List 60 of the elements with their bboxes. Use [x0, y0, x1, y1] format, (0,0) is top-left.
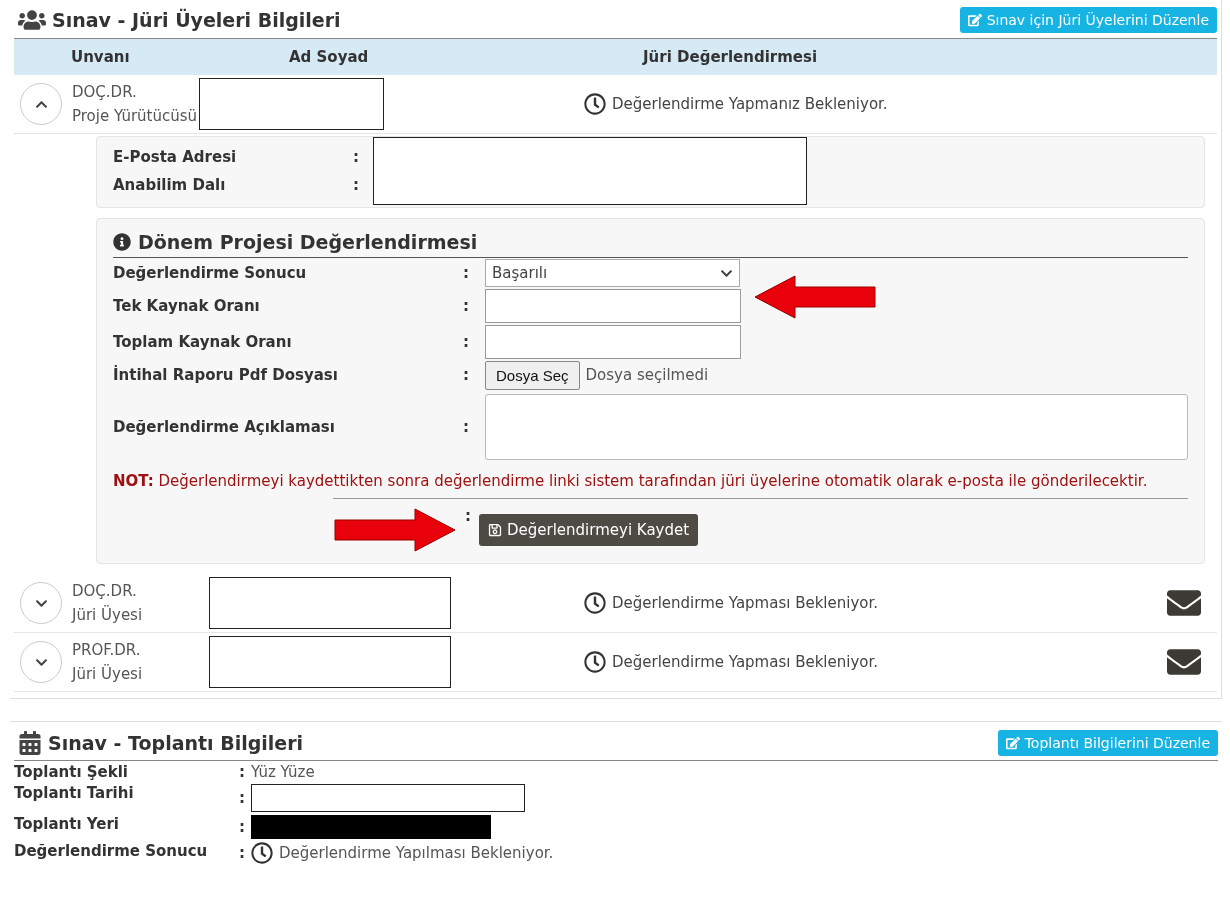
evaluation-title: Dönem Projesi Değerlendirmesi: [138, 231, 478, 253]
meeting-label: Toplantı Şekli: [14, 763, 129, 781]
meeting-label: Toplantı Yeri: [14, 815, 120, 835]
expand-toggle[interactable]: [20, 641, 62, 683]
field-label: Tek Kaynak Oranı: [113, 297, 261, 315]
choose-file-button[interactable]: Dosya Seç: [485, 360, 580, 390]
result-select[interactable]: Başarılı: [485, 259, 740, 287]
detail-label: Anabilim Dalı: [113, 176, 227, 194]
member-title: DOÇ.DR.: [72, 82, 138, 103]
detail-label: E-Posta Adresi: [113, 148, 238, 166]
clock-icon: [251, 842, 273, 864]
clock-icon: [584, 93, 606, 115]
input-field[interactable]: [485, 325, 741, 359]
note-text: NOT: Değerlendirmeyi kaydettikten sonra değerlendirme linki sistem tarafından jüri üyelerine otomatik olarak e-posta ile gönderilecektir.: [113, 471, 1149, 492]
colon: :: [239, 763, 245, 781]
field-label: Değerlendirme Açıklaması: [113, 418, 336, 436]
expand-toggle[interactable]: [20, 83, 62, 125]
meeting-value: Yüz Yüze: [251, 763, 315, 781]
field-label: Değerlendirme Sonucu: [113, 264, 308, 282]
field-label: İntihal Raporu Pdf Dosyası: [113, 366, 339, 384]
meeting-status: Değerlendirme Yapılması Bekleniyor.: [279, 844, 554, 862]
colon: :: [239, 818, 245, 836]
edit-icon: [1005, 736, 1020, 750]
colon: :: [239, 844, 245, 862]
meeting-label: Değerlendirme Sonucu: [14, 842, 209, 862]
colon: :: [463, 366, 470, 384]
evaluation-status: Değerlendirme Yapması Bekleniyor.: [612, 594, 879, 612]
colon: :: [353, 176, 360, 194]
clock-icon: [584, 592, 606, 614]
colon: :: [463, 418, 470, 436]
member-role: Jüri Üyesi: [72, 663, 144, 685]
info-icon: [113, 233, 131, 251]
meeting-label: Toplantı Tarihi: [14, 784, 135, 804]
column-header: Jüri Değerlendirmesi: [643, 48, 819, 66]
evaluation-status: Değerlendirme Yapmanız Bekleniyor.: [612, 95, 888, 113]
comment-textarea[interactable]: [485, 394, 1188, 460]
save-icon: [488, 523, 502, 537]
colon: :: [353, 148, 360, 166]
member-role: Proje Yürütücüsü: [72, 106, 198, 127]
member-role: Jüri Üyesi: [72, 604, 144, 626]
input-field[interactable]: [485, 289, 741, 323]
column-header: Ad Soyad: [289, 48, 370, 66]
colon: :: [463, 297, 470, 315]
save-evaluation-button[interactable]: Değerlendirmeyi Kaydet: [479, 514, 699, 546]
member-title: DOÇ.DR.: [72, 581, 138, 602]
colon: :: [465, 507, 471, 525]
member-title: PROF.DR.: [72, 640, 142, 661]
file-status: Dosya seçilmedi: [585, 366, 709, 384]
section-title: Sınav - Toplantı Bilgileri: [48, 732, 304, 754]
section-title: Sınav - Jüri Üyeleri Bilgileri: [52, 9, 341, 31]
colon: :: [463, 264, 470, 282]
colon: :: [239, 789, 245, 807]
field-label: Toplam Kaynak Oranı: [113, 333, 293, 351]
expand-toggle[interactable]: [20, 582, 62, 624]
evaluation-status: Değerlendirme Yapması Bekleniyor.: [612, 653, 879, 671]
calendar-icon: [18, 731, 42, 755]
clock-icon: [584, 651, 606, 673]
column-header: Unvanı: [71, 48, 131, 66]
colon: :: [463, 333, 470, 351]
edit-icon: [967, 13, 982, 27]
